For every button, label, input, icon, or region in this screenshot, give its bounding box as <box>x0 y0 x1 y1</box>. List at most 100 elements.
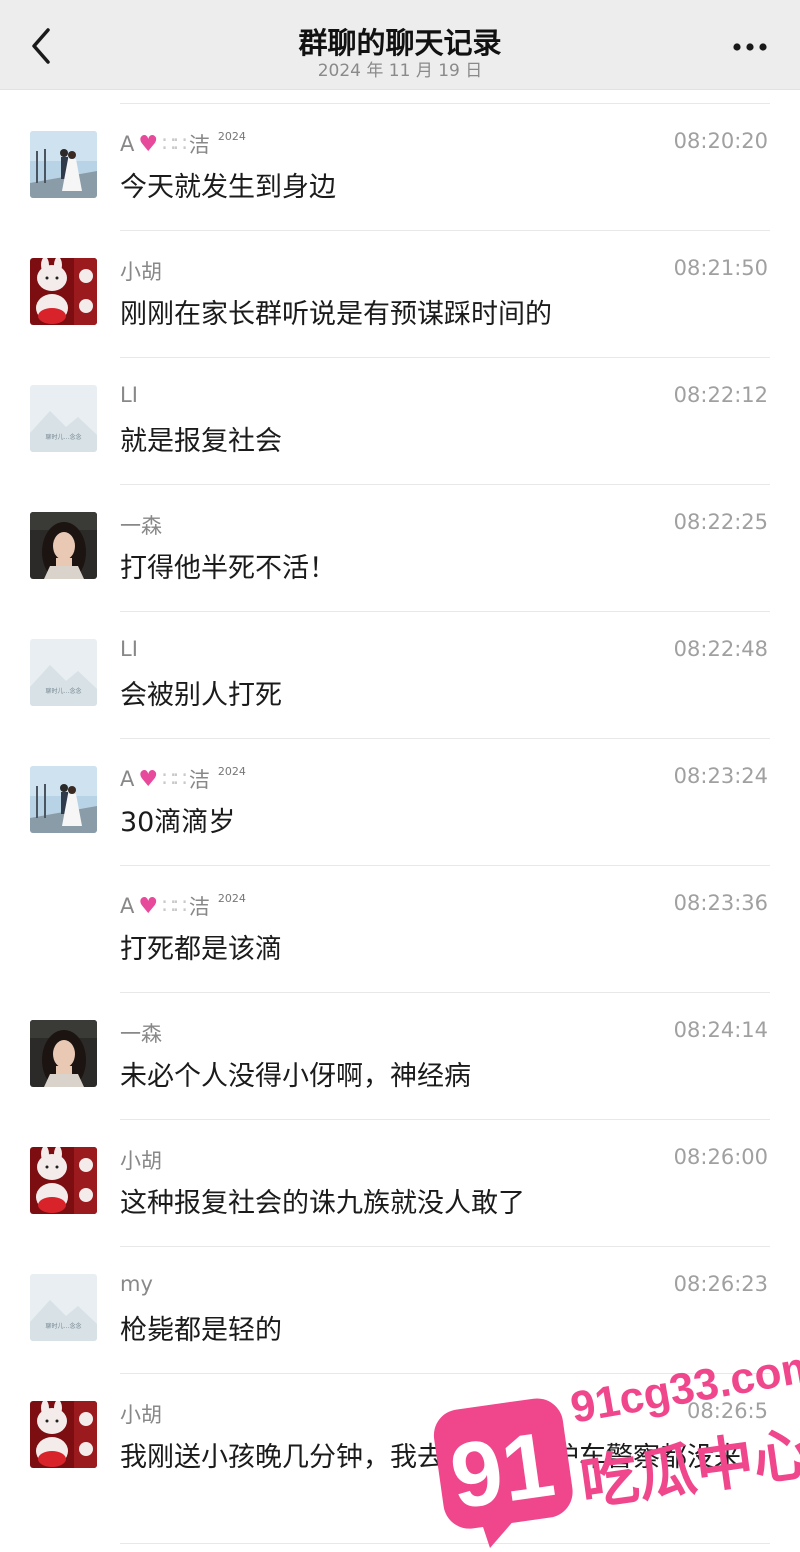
avatar[interactable]: 聊时儿…念念 <box>30 1274 97 1341</box>
sender-label: A <box>120 894 135 918</box>
message-time: 08:26:5 <box>687 1399 768 1423</box>
divider <box>120 1543 770 1544</box>
avatar[interactable] <box>30 1020 97 1087</box>
message-time: 08:20:20 <box>673 129 768 153</box>
message-row[interactable]: 小胡 08:21:50 刚刚在家长群听说是有预谋踩时间的 <box>0 230 800 358</box>
avatar[interactable] <box>30 1401 97 1468</box>
message-row[interactable]: A ♥ ∷∷ 洁 2024 08:23:24 30滴滴岁 <box>0 738 800 866</box>
message-row[interactable]: 聊时儿…念念 LI 08:22:48 会被别人打死 <box>0 611 800 739</box>
chat-record-header: 群聊的聊天记录 2024 年 11 月 19 日 <box>0 0 800 90</box>
message-text[interactable]: 刚刚在家长群听说是有预谋踩时间的 <box>120 292 770 338</box>
message-time: 08:26:23 <box>673 1272 768 1296</box>
avatar-rabbit-collage <box>30 258 97 325</box>
avatar[interactable]: 聊时儿…念念 <box>30 385 97 452</box>
sender-label: 一森 <box>120 1022 162 1046</box>
message-time: 08:23:36 <box>673 891 768 915</box>
more-dots-icon <box>733 43 767 51</box>
message-row-content: 聊时儿…念念 my 08:26:23 枪毙都是轻的 <box>0 1246 800 1372</box>
message-time: 08:26:00 <box>673 1145 768 1169</box>
sender-superscript: 2024 <box>217 764 246 778</box>
svg-text:聊时儿…念念: 聊时儿…念念 <box>45 1322 81 1330</box>
avatar-couple-photo <box>30 131 97 198</box>
sender-name: 小胡 <box>120 1399 162 1429</box>
avatar[interactable] <box>30 766 97 833</box>
sender-label: 一森 <box>120 514 162 538</box>
message-row[interactable]: 小胡 08:26:00 这种报复社会的诛九族就没人敢了 <box>0 1119 800 1247</box>
avatar[interactable] <box>30 258 97 325</box>
message-text[interactable]: 今天就发生到身边 <box>120 165 770 211</box>
message-text[interactable]: 打得他半死不活！ <box>120 546 770 592</box>
sender-suffix: 洁 <box>188 133 210 157</box>
message-row[interactable]: 聊时儿…念念 LI 08:22:12 就是报复社会 <box>0 357 800 485</box>
message-text[interactable]: 未必个人没得小伢啊，神经病 <box>120 1054 770 1100</box>
sender-name: 小胡 <box>120 1145 162 1175</box>
avatar-placeholder: 聊时儿…念念 <box>30 1274 97 1341</box>
sender-label: 小胡 <box>120 1149 162 1173</box>
pink-heart-icon: ♥ <box>138 766 159 792</box>
message-row[interactable]: 聊时儿…念念 my 08:26:23 枪毙都是轻的 <box>0 1246 800 1374</box>
sender-label: 小胡 <box>120 260 162 284</box>
sender-label: A <box>120 132 135 156</box>
message-row[interactable]: A ♥ ∷∷ 洁 2024 08:23:36 打死都是该滴 <box>0 865 800 993</box>
message-text[interactable]: 这种报复社会的诛九族就没人敢了 <box>120 1181 770 1227</box>
sender-label: LI <box>120 383 138 407</box>
sender-suffix: 洁 <box>188 895 210 919</box>
sender-name: A ♥ ∷∷ 洁 2024 <box>120 891 246 921</box>
sender-name: my <box>120 1272 153 1296</box>
avatar[interactable] <box>30 512 97 579</box>
avatar-placeholder: 聊时儿…念念 <box>30 639 97 706</box>
message-text[interactable]: 打死都是该滴 <box>120 927 770 973</box>
sender-name: LI <box>120 637 138 661</box>
more-button[interactable] <box>728 30 772 60</box>
message-row-content: 小胡 08:26:00 这种报复社会的诛九族就没人敢了 <box>0 1119 800 1245</box>
redacted-text: ∷∷ <box>162 767 187 791</box>
sender-name: A ♥ ∷∷ 洁 2024 <box>120 764 246 794</box>
avatar-woman-selfie <box>30 1020 97 1087</box>
message-text[interactable]: 枪毙都是轻的 <box>120 1308 770 1354</box>
avatar[interactable] <box>30 131 97 198</box>
avatar[interactable]: 聊时儿…念念 <box>30 639 97 706</box>
message-row-content: A ♥ ∷∷ 洁 2024 08:23:24 30滴滴岁 <box>0 738 800 864</box>
message-row-content: 小胡 08:21:50 刚刚在家长群听说是有预谋踩时间的 <box>0 230 800 356</box>
message-row-content: A ♥ ∷∷ 洁 2024 08:23:36 打死都是该滴 <box>0 865 800 991</box>
sender-superscript: 2024 <box>217 129 246 143</box>
avatar-rabbit-collage <box>30 1401 97 1468</box>
pink-heart-icon: ♥ <box>138 131 159 157</box>
svg-text:聊时儿…念念: 聊时儿…念念 <box>45 433 81 441</box>
message-row-content: 一森 08:24:14 未必个人没得小伢啊，神经病 <box>0 992 800 1118</box>
sender-superscript: 2024 <box>217 891 246 905</box>
avatar-placeholder: 聊时儿…念念 <box>30 385 97 452</box>
message-text[interactable]: 我刚送小孩晚几分钟，我去的时候救护车警察都没来 <box>120 1435 770 1481</box>
sender-name: 小胡 <box>120 256 162 286</box>
sender-label: LI <box>120 637 138 661</box>
message-text[interactable]: 30滴滴岁 <box>120 800 770 846</box>
pink-heart-icon: ♥ <box>138 893 159 919</box>
avatar[interactable] <box>30 1147 97 1214</box>
message-row-content: 一森 08:22:25 打得他半死不活！ <box>0 484 800 610</box>
message-row-content: 聊时儿…念念 LI 08:22:48 会被别人打死 <box>0 611 800 737</box>
page-date: 2024 年 11 月 19 日 <box>317 61 483 81</box>
avatar-woman-selfie <box>30 512 97 579</box>
message-time: 08:24:14 <box>673 1018 768 1042</box>
sender-name: 一森 <box>120 510 162 540</box>
message-row[interactable]: 小胡 08:26:5 我刚送小孩晚几分钟，我去的时候救护车警察都没来 <box>0 1373 800 1544</box>
svg-text:聊时儿…念念: 聊时儿…念念 <box>45 687 81 695</box>
message-row-content: 聊时儿…念念 LI 08:22:12 就是报复社会 <box>0 357 800 483</box>
message-row[interactable]: 一森 08:24:14 未必个人没得小伢啊，神经病 <box>0 992 800 1120</box>
message-time: 08:22:12 <box>673 383 768 407</box>
avatar-rabbit-collage <box>30 1147 97 1214</box>
message-text[interactable]: 会被别人打死 <box>120 673 770 719</box>
message-row[interactable]: A ♥ ∷∷ 洁 2024 08:20:20 今天就发生到身边 <box>0 103 800 231</box>
sender-name: 一森 <box>120 1018 162 1048</box>
sender-suffix: 洁 <box>188 768 210 792</box>
message-list[interactable]: A ♥ ∷∷ 洁 2024 08:20:20 今天就发生到身边 小胡 08:21:50 刚刚在家长… <box>0 103 800 1544</box>
redacted-text: ∷∷ <box>162 894 187 918</box>
sender-name: A ♥ ∷∷ 洁 2024 <box>120 129 246 159</box>
message-text[interactable]: 就是报复社会 <box>120 419 770 465</box>
avatar-couple-photo <box>30 766 97 833</box>
redacted-text: ∷∷ <box>162 132 187 156</box>
message-row[interactable]: 一森 08:22:25 打得他半死不活！ <box>0 484 800 612</box>
sender-name: LI <box>120 383 138 407</box>
message-time: 08:22:48 <box>673 637 768 661</box>
sender-label: A <box>120 767 135 791</box>
